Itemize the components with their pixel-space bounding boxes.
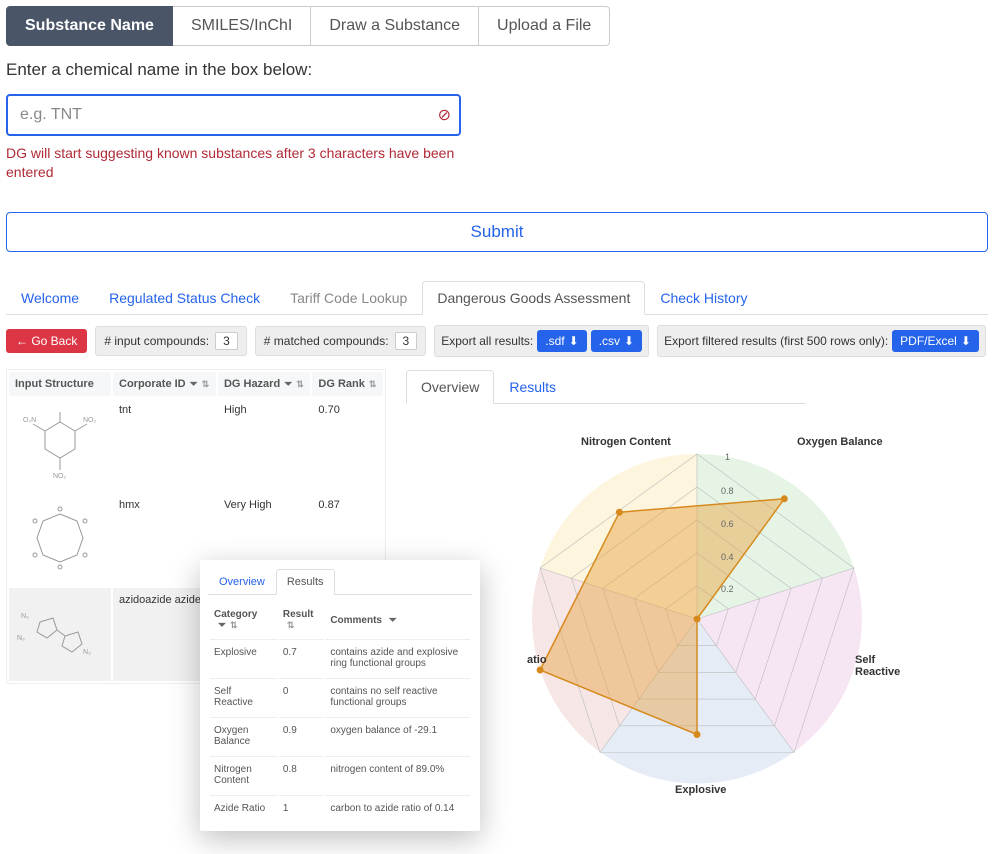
axis-label-nitrogen: Nitrogen Content [581,436,671,448]
filter-icon[interactable]: ⏷ [218,620,226,631]
sort-icon[interactable]: ⇅ [202,379,210,389]
main-nav-tabs: Welcome Regulated Status Check Tariff Co… [6,280,988,315]
sort-icon[interactable]: ⇅ [287,620,295,630]
axis-label-oxygen: Oxygen Balance [797,436,883,448]
sort-icon[interactable]: ⇅ [296,379,304,389]
export-sdf-button[interactable]: .sdf ⬇ [537,330,586,352]
tab-substance-name[interactable]: Substance Name [6,6,173,46]
radar-chart: Nitrogen Content Oxygen Balance Self Rea… [497,424,897,804]
col-dg-hazard[interactable]: DG Hazard⏷⇅ [218,372,310,396]
export-all-group: Export all results: .sdf ⬇ .csv ⬇ [434,325,649,357]
svg-text:N₃: N₃ [21,613,29,620]
tab-tariff-code[interactable]: Tariff Code Lookup [275,281,422,315]
download-icon: ⬇ [624,334,634,348]
sort-icon[interactable]: ⇅ [230,620,238,630]
input-method-tabs: Substance Name SMILES/InChI Draw a Subst… [6,6,988,46]
results-popup: Overview Results Category ⏷⇅ Result ⇅ Co… [200,560,480,831]
col-input-structure[interactable]: Input Structure [9,372,111,396]
submit-button[interactable]: Submit [6,212,988,252]
axis-label-azide: atio [527,654,547,666]
export-csv-button[interactable]: .csv ⬇ [591,330,642,352]
filter-icon[interactable]: ⏷ [389,615,397,626]
filter-icon[interactable]: ⏷ [284,379,292,390]
col-dg-rank[interactable]: DG Rank⇅ [312,372,383,396]
tab-dangerous-goods[interactable]: Dangerous Goods Assessment [422,281,645,315]
popup-row: Self Reactive0contains no self reactive … [210,678,470,715]
radar-tick: 1 [725,452,730,462]
popup-tab-overview[interactable]: Overview [208,569,276,595]
structure-hmx-icon [15,499,105,577]
svg-text:N₃: N₃ [17,635,25,642]
export-filtered-group: Export filtered results (first 500 rows … [657,325,986,357]
svg-text:NO₂: NO₂ [53,473,67,480]
substance-name-input[interactable] [6,94,461,136]
filter-icon[interactable]: ⏷ [190,379,198,390]
radar-tick: 0.4 [721,552,734,562]
go-back-button[interactable]: ← Go Back [6,329,87,353]
tab-draw-substance[interactable]: Draw a Substance [311,6,479,46]
svg-text:O₂N: O₂N [23,417,36,424]
warning-icon: ⊘ [438,105,451,125]
radar-tick: 0.2 [721,584,734,594]
tab-check-history[interactable]: Check History [645,281,762,315]
result-sub-tabs: Overview Results [406,369,806,404]
axis-label-explosive: Explosive [675,784,726,796]
download-icon: ⬇ [961,334,971,348]
popup-col-result[interactable]: Result ⇅ [279,603,324,637]
prompt-label: Enter a chemical name in the box below: [6,60,988,80]
popup-col-category[interactable]: Category ⏷⇅ [210,603,277,637]
radar-tick: 0.6 [721,519,734,529]
input-hint: DG will start suggesting known substance… [6,144,461,182]
popup-row: Azide Ratio1carbon to azide ratio of 0.1… [210,795,470,821]
popup-results-table: Category ⏷⇅ Result ⇅ Comments ⏷ Explosiv… [208,601,472,823]
structure-tnt-icon: O₂N NO₂ NO₂ [15,404,105,482]
tab-regulated-status[interactable]: Regulated Status Check [94,281,275,315]
tab-upload-file[interactable]: Upload a File [479,6,610,46]
popup-col-comments[interactable]: Comments ⏷ [326,603,470,637]
table-row[interactable]: O₂NNO₂NO₂ tnt High 0.70 [9,398,383,491]
tab-smiles-inchi[interactable]: SMILES/InChI [173,6,311,46]
sub-tab-overview[interactable]: Overview [406,370,494,404]
tab-welcome[interactable]: Welcome [6,281,94,315]
col-corporate-id[interactable]: Corporate ID⏷⇅ [113,372,216,396]
svg-text:N₃: N₃ [83,649,91,656]
matched-compounds-badge: # matched compounds: 3 [255,326,426,356]
svg-text:NO₂: NO₂ [83,417,97,424]
popup-tab-results[interactable]: Results [276,569,335,595]
structure-azidoazide-icon: N₃ N₃ N₃ [15,594,105,672]
axis-label-self-reactive: Self Reactive [855,654,900,678]
toolbar: ← Go Back # input compounds: 3 # matched… [6,325,988,357]
download-icon: ⬇ [569,334,579,348]
popup-row: Nitrogen Content0.8nitrogen content of 8… [210,756,470,793]
popup-row: Explosive0.7contains azide and explosive… [210,639,470,676]
export-pdf-excel-button[interactable]: PDF/Excel ⬇ [892,330,979,352]
sub-tab-results[interactable]: Results [494,370,571,404]
input-compounds-badge: # input compounds: 3 [95,326,246,356]
popup-row: Oxygen Balance0.9oxygen balance of -29.1 [210,717,470,754]
radar-tick: 0.8 [721,486,734,496]
sort-icon[interactable]: ⇅ [369,379,377,389]
